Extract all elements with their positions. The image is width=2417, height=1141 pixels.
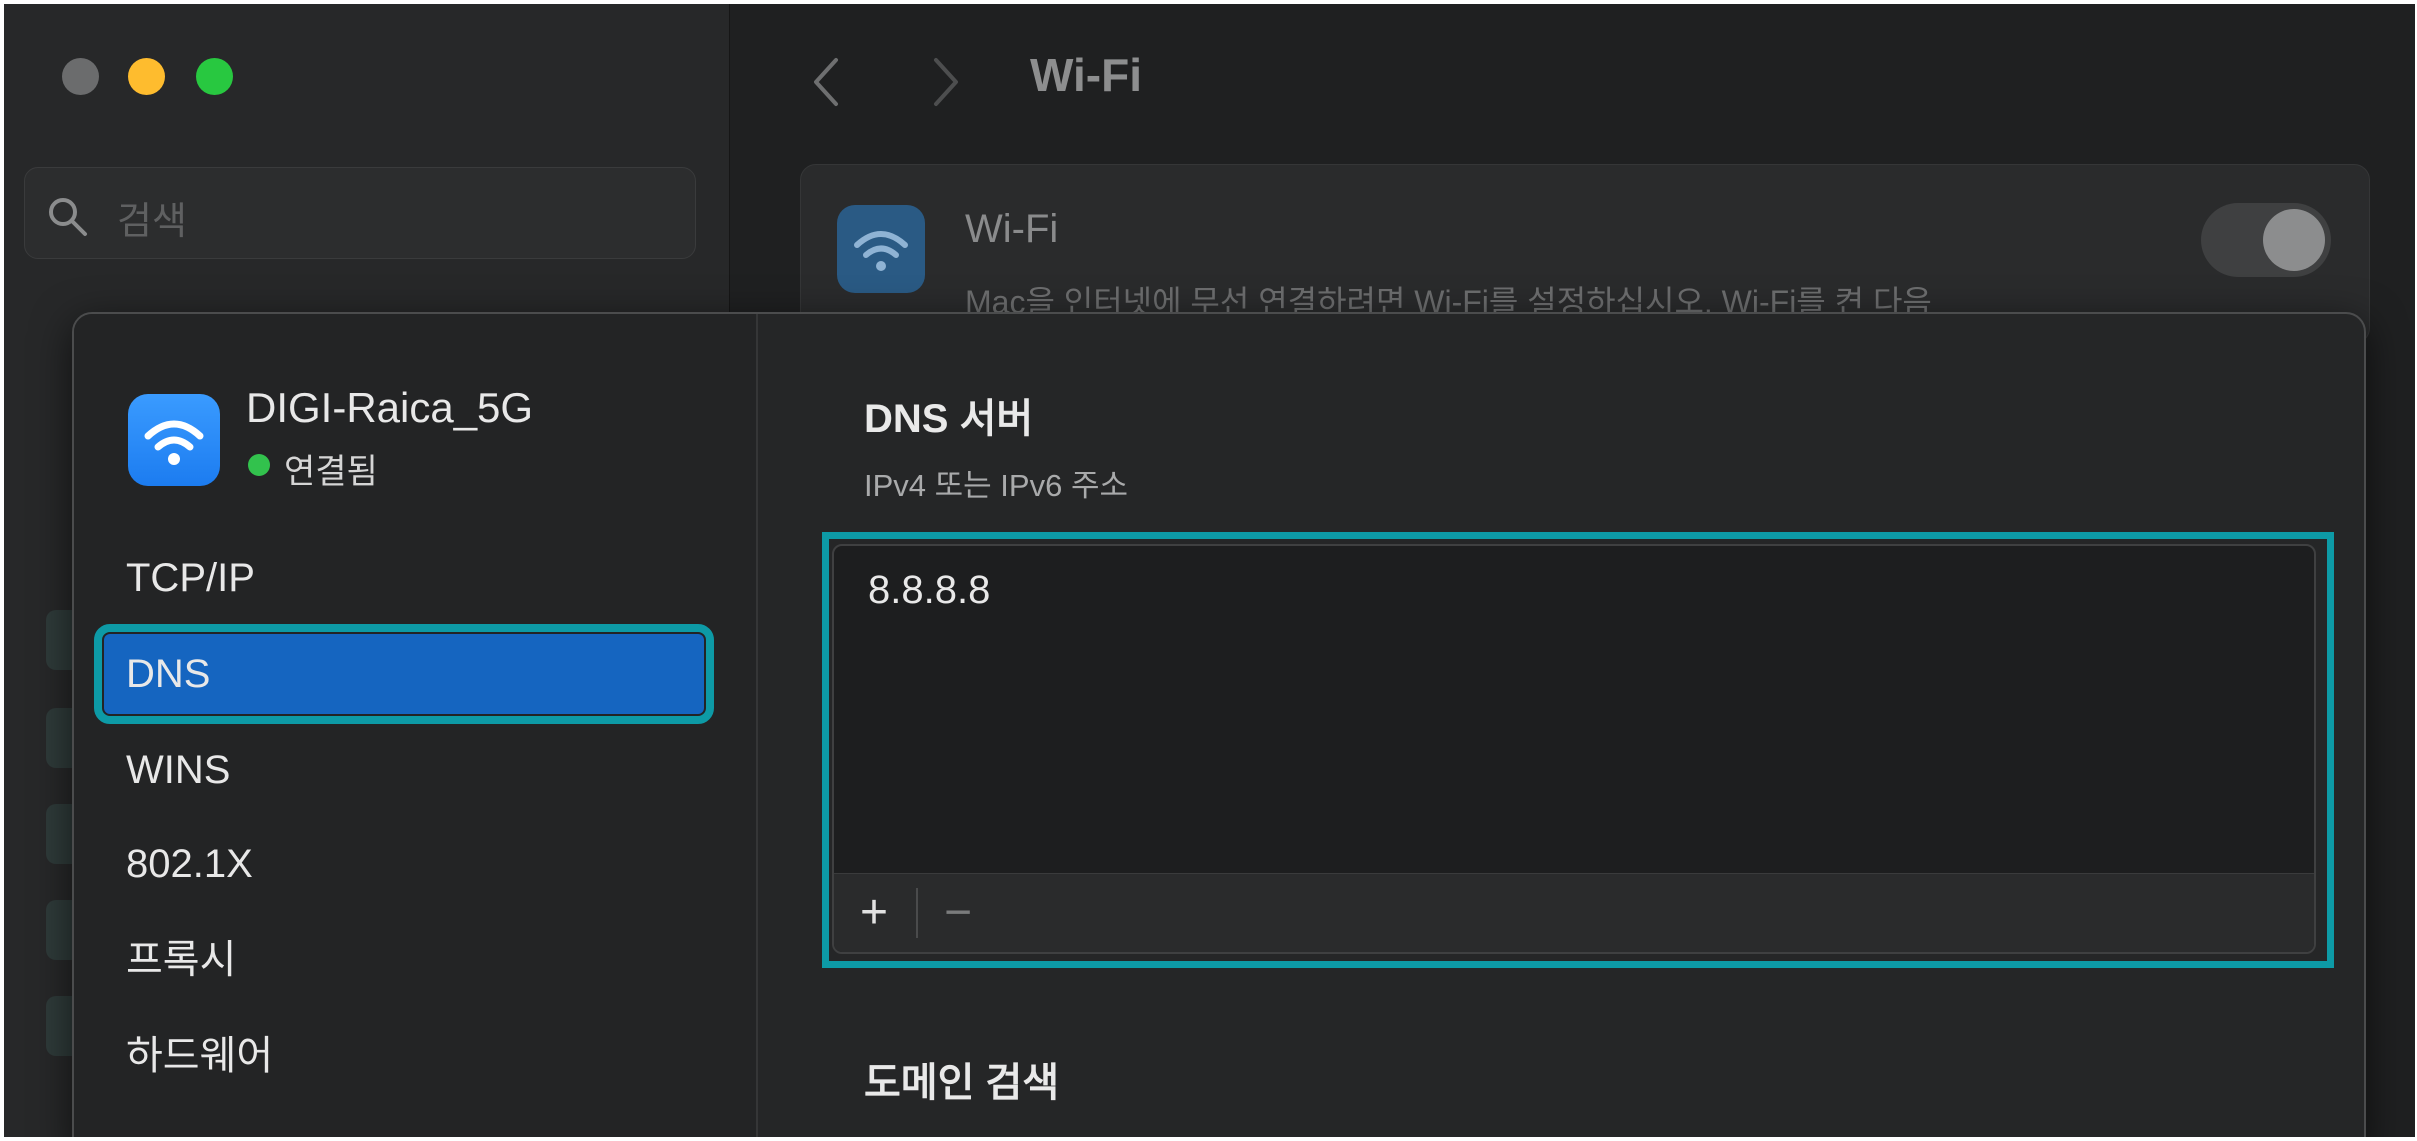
wifi-icon (128, 394, 220, 486)
network-name: DIGI-Raica_5G (246, 384, 534, 431)
search-placeholder: 검색 (117, 201, 187, 243)
nav-item-dns[interactable]: DNS (94, 624, 714, 724)
nav-item-hardware[interactable]: 하드웨어 (104, 1016, 704, 1096)
search-field[interactable]: 검색 (24, 167, 696, 259)
dns-servers-subtitle: IPv4 또는 IPv6 주소 (864, 468, 1128, 503)
wifi-toggle[interactable] (2201, 203, 2331, 277)
network-status: 연결됨 (284, 453, 378, 491)
status-dot (248, 454, 270, 476)
network-details-sheet: DIGI-Raica_5G 연결됨 TCP/IP DNS WINS 802.1X… (72, 312, 2366, 1137)
chevron-left-icon[interactable] (806, 52, 846, 112)
nav-item-wins[interactable]: WINS (104, 730, 704, 810)
dns-server-entry[interactable]: 8.8.8.8 (868, 568, 990, 613)
nav-item-tcpip[interactable]: TCP/IP (104, 538, 704, 618)
add-dns-button[interactable]: + (834, 874, 914, 952)
minimize-button[interactable] (128, 58, 165, 95)
page-title: Wi-Fi (1030, 49, 1142, 101)
close-button[interactable] (62, 58, 99, 95)
toggle-knob (2263, 209, 2325, 271)
domain-search-title: 도메인 검색 (864, 1061, 1060, 1105)
nav-item-proxy[interactable]: 프록시 (104, 920, 704, 1000)
chevron-right-icon[interactable] (926, 52, 966, 112)
wifi-card-title: Wi-Fi (965, 207, 1059, 251)
details-sidebar: DIGI-Raica_5G 연결됨 TCP/IP DNS WINS 802.1X… (74, 314, 758, 1137)
search-icon (49, 198, 87, 236)
nav-item-8021x[interactable]: 802.1X (104, 824, 704, 904)
settings-window: 검색 Wi-Fi Wi-Fi Mac을 인터넷에 무선 연결하려면 Wi-Fi를… (4, 4, 2415, 1137)
maximize-button[interactable] (196, 58, 233, 95)
dns-servers-title: DNS 서버 (864, 397, 1034, 441)
dns-server-list[interactable]: 8.8.8.8 + − (832, 544, 2316, 954)
list-footer: + − (834, 873, 2314, 952)
wifi-icon (837, 205, 925, 293)
remove-dns-button[interactable]: − (918, 874, 998, 952)
